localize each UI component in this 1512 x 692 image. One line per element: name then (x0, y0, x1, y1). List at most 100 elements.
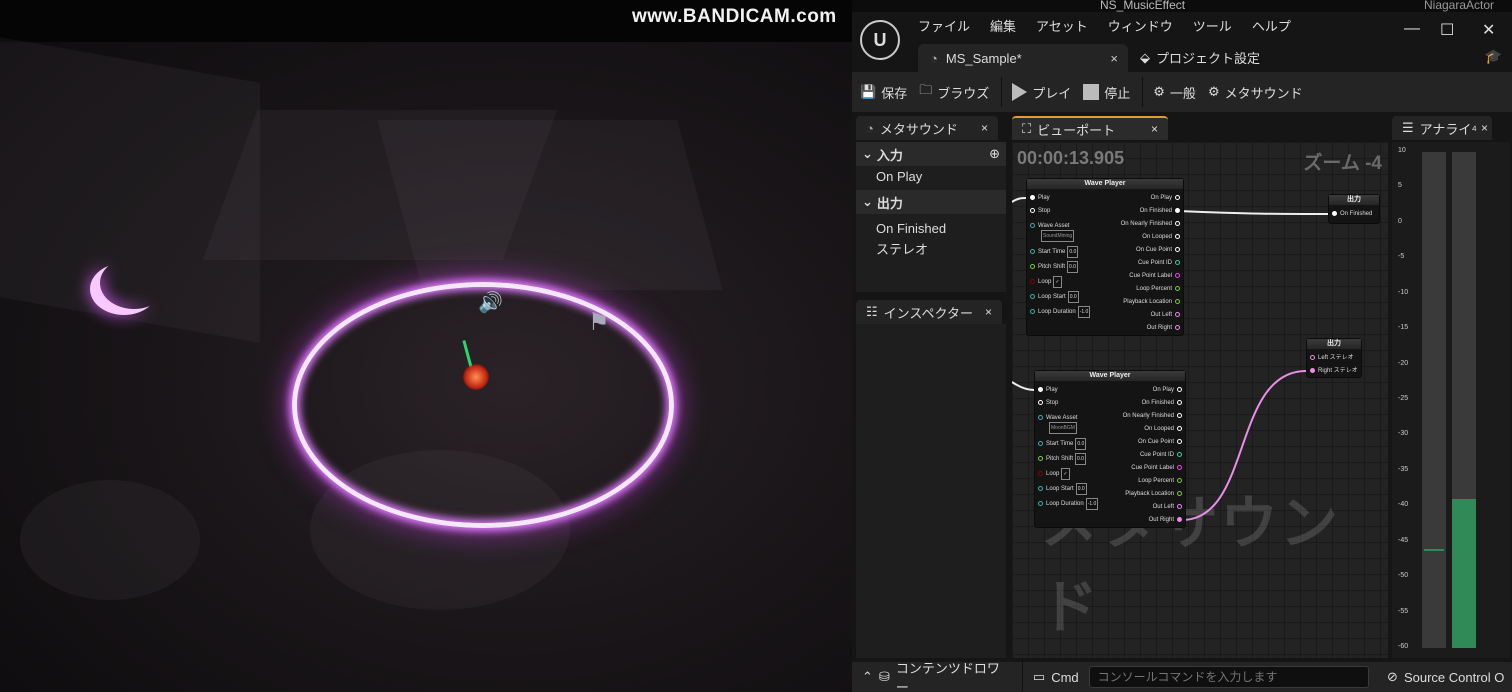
stop-label: 停止 (1104, 85, 1131, 101)
wave-asset-dropdown[interactable]: MoonBGM (1047, 422, 1077, 434)
niagara-ring-effect[interactable] (292, 282, 674, 528)
pin-out-on-finished[interactable]: On Finished (1142, 398, 1185, 408)
pin-out-loop-percent[interactable]: Loop Percent (1138, 476, 1185, 486)
pin-out-left[interactable]: Out Left (1153, 502, 1185, 512)
source-control-button[interactable]: ⊘ Source Control O (1377, 669, 1512, 685)
level-viewport[interactable]: www.BANDICAM.com 🔊 ⚑ (0, 0, 852, 692)
meter-scale-label: -5 (1398, 253, 1405, 261)
toolbar-divider (1142, 77, 1144, 107)
pin-start-time[interactable]: Start Time 0.0 (1035, 438, 1087, 450)
pin-out-on-looped[interactable]: On Looped (1142, 232, 1183, 242)
wave-player-node-2[interactable]: Wave Player Play Stop Wave Asset MoonBGM… (1034, 370, 1186, 528)
pin-out-right[interactable]: Out Right (1149, 515, 1185, 525)
play-button[interactable]: プレイ (1012, 83, 1071, 102)
tab-analyzer[interactable]: ☰ アナライ⁴ × (1392, 116, 1492, 140)
pin-out-on-play[interactable]: On Play (1151, 193, 1183, 203)
gear-icon: ⚙ (1153, 84, 1165, 99)
project-settings-tab[interactable]: ⬙ プロジェクト設定 (1140, 48, 1260, 67)
output-node-stereo[interactable]: 出力 Left ステレオ Right ステレオ (1306, 338, 1362, 378)
pin-out-cue-point-id[interactable]: Cue Point ID (1138, 258, 1183, 268)
pin-out-on-nearly-finished[interactable]: On Nearly Finished (1123, 411, 1185, 421)
save-icon: 💾 (860, 84, 877, 99)
general-settings-button[interactable]: ⚙ 一般 (1153, 83, 1196, 102)
pin-out-right[interactable]: Out Right (1147, 323, 1183, 333)
pin-loop-start[interactable]: Loop Start 0.0 (1027, 291, 1079, 303)
content-drawer-button[interactable]: ⌃ ⛁ コンテンツドロワー (852, 658, 1023, 692)
pin-loop[interactable]: Loop ✓ (1027, 276, 1062, 288)
pin-loop-duration[interactable]: Loop Duration -1.0 (1027, 306, 1091, 318)
pin-out-on-finished[interactable]: On Finished (1140, 206, 1183, 216)
speaker-icon[interactable]: 🔊 (478, 290, 503, 315)
project-settings-label: プロジェクト設定 (1156, 51, 1261, 66)
pin-out-left[interactable]: Out Left (1151, 310, 1183, 320)
minimize-button[interactable]: — (1404, 20, 1420, 38)
pin-loop[interactable]: Loop ✓ (1035, 468, 1070, 480)
metasound-graph-canvas[interactable]: 00:00:13.905 ズーム -4 メタサウンド Wave Player P… (1012, 142, 1388, 658)
wave-asset-dropdown[interactable]: SoundMining (1039, 230, 1075, 242)
close-tab-icon[interactable]: × (1151, 122, 1158, 136)
meter-left-channel (1422, 152, 1446, 648)
pin-out-loop-percent[interactable]: Loop Percent (1136, 284, 1183, 294)
pin-pitch-shift[interactable]: Pitch Shift 0.0 (1027, 261, 1078, 273)
pin-pitch-shift[interactable]: Pitch Shift 0.0 (1035, 453, 1086, 465)
pin-out-cue-point-id[interactable]: Cue Point ID (1140, 450, 1185, 460)
pin-out-on-cue-point[interactable]: On Cue Point (1138, 437, 1185, 447)
menu-window[interactable]: ウィンドウ (1108, 16, 1173, 35)
close-tab-icon[interactable]: × (1481, 121, 1488, 135)
save-button[interactable]: 💾 保存 (860, 83, 907, 102)
pin-left-stereo[interactable]: Left ステレオ (1307, 353, 1354, 363)
wave-player-node-1[interactable]: Wave Player Play Stop Wave Asset SoundMi… (1026, 178, 1184, 336)
menu-tools[interactable]: ツール (1193, 16, 1232, 35)
pin-on-finished[interactable]: On Finished (1329, 209, 1372, 219)
outliner-item-label[interactable]: NS_MusicEffect (1100, 0, 1185, 12)
menu-file[interactable]: ファイル (918, 16, 970, 35)
pin-out-playback-location[interactable]: Playback Location (1123, 297, 1183, 307)
stop-button[interactable]: 停止 (1083, 83, 1130, 102)
pin-stop[interactable]: Stop (1027, 206, 1050, 216)
input-item-on-play[interactable]: On Play (856, 166, 1006, 186)
close-tab-icon[interactable]: × (1110, 51, 1118, 66)
close-window-button[interactable]: ✕ (1482, 20, 1495, 40)
output-node-on-finished[interactable]: 出力 On Finished (1328, 194, 1380, 224)
outputs-section-header[interactable]: ⌄ 出力 (856, 190, 1006, 214)
pin-out-cue-point-label[interactable]: Cue Point Label (1129, 271, 1183, 281)
document-tab-ms-sample[interactable]: ◔ MS_Sample* × (918, 44, 1128, 72)
pin-play[interactable]: Play (1027, 193, 1050, 203)
pin-out-cue-point-label[interactable]: Cue Point Label (1131, 463, 1185, 473)
player-start-icon[interactable]: ⚑ (588, 308, 610, 337)
output-item-on-finished[interactable]: On Finished (856, 218, 1006, 238)
pin-loop-duration[interactable]: Loop Duration -1.0 (1035, 498, 1099, 510)
menu-edit[interactable]: 編集 (990, 16, 1016, 35)
pin-stop[interactable]: Stop (1035, 398, 1058, 408)
menu-asset[interactable]: アセット (1036, 16, 1088, 35)
pin-out-on-looped[interactable]: On Looped (1144, 424, 1185, 434)
close-tab-icon[interactable]: × (985, 305, 992, 319)
inputs-section-header[interactable]: ⌄ 入力 ⊕ (856, 142, 1006, 166)
pin-start-time[interactable]: Start Time 0.0 (1027, 246, 1079, 258)
pin-out-on-nearly-finished[interactable]: On Nearly Finished (1121, 219, 1183, 229)
metasound-settings-button[interactable]: ⚙ メタサウンド (1208, 83, 1303, 102)
console-command-input[interactable] (1088, 666, 1370, 688)
cmd-button[interactable]: ▭ Cmd (1023, 669, 1089, 685)
pin-play[interactable]: Play (1035, 385, 1058, 395)
add-input-icon[interactable]: ⊕ (989, 146, 1000, 162)
maximize-button[interactable]: ☐ (1440, 20, 1454, 40)
output-item-stereo[interactable]: ステレオ (856, 238, 1006, 258)
crescent-moon-effect[interactable] (100, 257, 168, 309)
pin-right-stereo[interactable]: Right ステレオ (1307, 366, 1358, 376)
outliner-strip: NS_MusicEffect NiagaraActor (852, 0, 1512, 12)
tab-inspector[interactable]: ☷ インスペクター × (856, 300, 1002, 324)
music-actor-sprite[interactable] (463, 364, 489, 390)
learn-hat-icon[interactable]: 🎓 (1485, 48, 1502, 65)
pin-out-on-play[interactable]: On Play (1153, 385, 1185, 395)
browse-button[interactable]: 🗀 ブラウズ (919, 81, 989, 103)
pin-loop-start[interactable]: Loop Start 0.0 (1035, 483, 1087, 495)
close-tab-icon[interactable]: × (981, 121, 988, 135)
menu-help[interactable]: ヘルプ (1252, 16, 1291, 35)
tab-viewport[interactable]: ⛶ ビューポート × (1012, 116, 1168, 140)
pin-out-playback-location[interactable]: Playback Location (1125, 489, 1185, 499)
meter-scale-label: -25 (1398, 395, 1409, 402)
tab-metasound-members[interactable]: ◔ メタサウンド × (856, 116, 998, 140)
metasound-asset-icon: ◔ (930, 50, 938, 66)
pin-out-on-cue-point[interactable]: On Cue Point (1136, 245, 1183, 255)
